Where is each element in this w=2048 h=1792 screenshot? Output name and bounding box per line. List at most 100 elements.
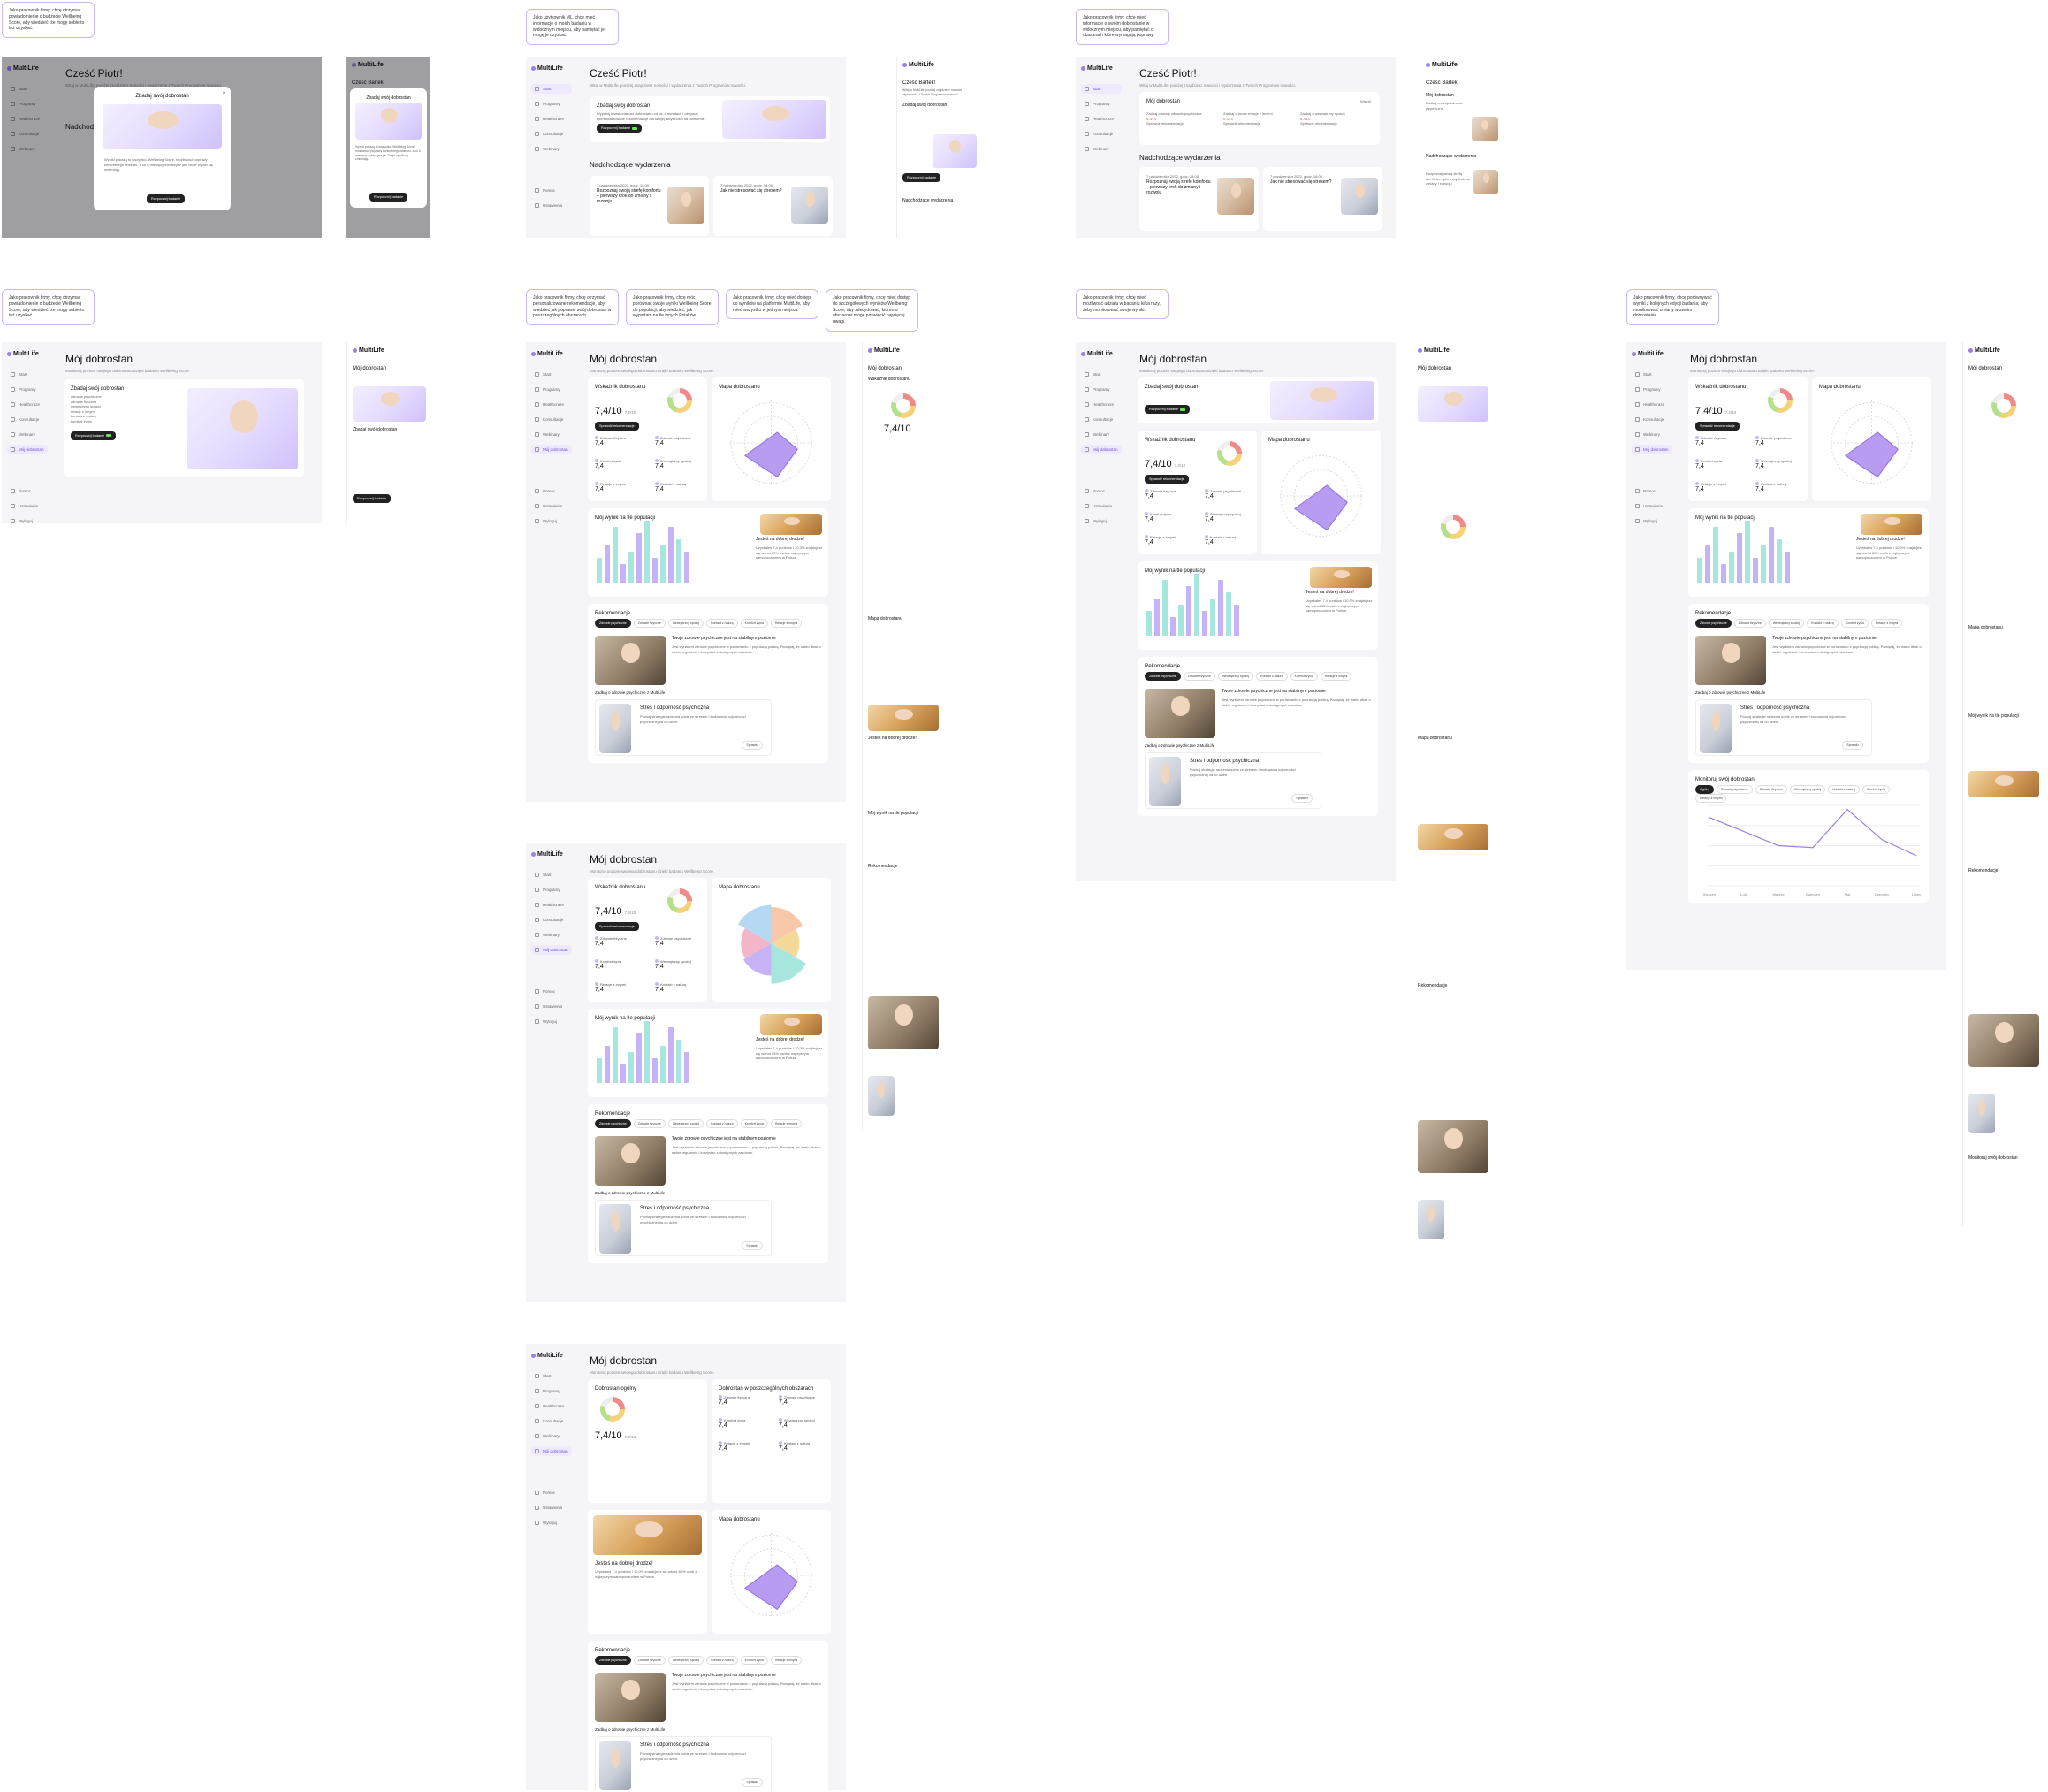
stress-card[interactable]: Stres i odporność psychiczna Poznaj stra… (595, 1736, 772, 1790)
event-card[interactable]: 7 października 2022, godz. 18:00 Jak nie… (713, 176, 833, 236)
nav-consultations[interactable]: Konsultacje (1632, 415, 1672, 424)
nav-wellbeing[interactable]: Mój dobrostan (531, 945, 572, 955)
nav-consultations[interactable]: Konsultacje (531, 1416, 572, 1426)
filter-chip[interactable]: Kontakt z naturą (1256, 672, 1288, 681)
filter-chip[interactable]: Komfort życia (1840, 619, 1869, 628)
nav-settings[interactable]: Ustawienia (531, 501, 572, 511)
nav-logout[interactable]: Wyloguj (531, 1518, 572, 1528)
nav-settings[interactable]: Ustawienia (7, 501, 48, 511)
nav-start[interactable]: Start (531, 370, 572, 379)
filter-chip[interactable]: Relacje z innymi (770, 1656, 803, 1665)
filter-chip[interactable]: Wewnętrzny spokój (667, 1119, 704, 1128)
mini-link[interactable]: Sprawdź rekomendacje (1146, 121, 1217, 126)
nav-healthcraze[interactable]: Healthcraze (7, 400, 48, 409)
filter-chip[interactable]: Relacje z innymi (1870, 619, 1903, 628)
nav-healthcraze[interactable]: Healthcraze (1632, 400, 1672, 409)
nav-healthcraze[interactable]: Healthcraze (531, 114, 572, 124)
filter-chip[interactable]: Relacje z innymi (770, 1119, 803, 1128)
filter-chip[interactable]: Zdrowie fizyczne (1183, 672, 1215, 681)
stress-link[interactable]: Sprawdź (742, 1241, 763, 1250)
nav-programs[interactable]: Programy (531, 1386, 572, 1396)
filter-chip[interactable]: Ogólny (1695, 785, 1715, 794)
start-survey-button[interactable]: Rozpocznij badanie (147, 194, 186, 203)
nav-help[interactable]: Pomoc (1081, 486, 1122, 496)
start-survey-button[interactable]: Rozpocznij badanie (597, 124, 643, 133)
nav-webinars[interactable]: Webinary (531, 144, 572, 154)
mini-card[interactable]: Zadbaj o swoje relacje z innymi 6,3/10 S… (1223, 111, 1294, 126)
nav-consultations[interactable]: Konsultacje (1081, 129, 1122, 139)
filter-chip[interactable]: Zdrowie fizyczne (633, 1119, 666, 1128)
start-survey-button[interactable]: Rozpocznij badanie (71, 431, 117, 440)
filter-chip[interactable]: Komfort życia (740, 1119, 768, 1128)
filter-chip[interactable]: Komfort życia (740, 619, 768, 628)
mini-link[interactable]: Sprawdź rekomendacje (1300, 121, 1371, 126)
nav-programs[interactable]: Programy (531, 885, 572, 895)
event-card[interactable]: 7 października 2022, godz. 18:00 Rozpozn… (590, 176, 709, 236)
nav-start[interactable]: Start (531, 1371, 572, 1381)
nav-programs[interactable]: Programy (7, 385, 48, 394)
filter-chip[interactable]: Wewnętrzny spokój (1217, 672, 1254, 681)
stress-link[interactable]: Sprawdź (742, 1778, 763, 1787)
stress-card[interactable]: Stres i odporność psychiczna Poznaj stra… (1695, 699, 1872, 756)
nav-programs[interactable]: Programy (531, 385, 572, 394)
more-link[interactable]: Więcej (1360, 99, 1371, 104)
nav-wellbeing[interactable]: Mój dobrostan (531, 1446, 572, 1456)
nav-healthcraze[interactable]: Healthcraze (531, 1401, 572, 1411)
filter-chip[interactable]: Kontakt z naturą (1807, 619, 1839, 628)
close-icon[interactable]: × (222, 91, 225, 96)
nav-start[interactable]: Start (531, 84, 572, 94)
nav-settings[interactable]: Ustawienia (531, 1002, 572, 1011)
recommendations-button[interactable]: Sprawdź rekomendacje (595, 422, 639, 431)
stress-card[interactable]: Stres i odporność psychiczna Poznaj stra… (595, 1200, 772, 1256)
nav-consultations[interactable]: Konsultacje (531, 415, 572, 424)
nav-help[interactable]: Pomoc (1632, 486, 1672, 496)
nav-settings[interactable]: Ustawienia (1081, 501, 1122, 511)
nav-programs[interactable]: Programy (1081, 385, 1122, 394)
filter-chip[interactable]: Relacje z innymi (1320, 672, 1352, 681)
nav-settings[interactable]: Ustawienia (1632, 501, 1672, 511)
nav-start[interactable]: Start (1081, 84, 1122, 94)
recommendations-button[interactable]: Sprawdź rekomendacje (595, 922, 639, 931)
filter-chip[interactable]: Zdrowie psychiczne (595, 1119, 631, 1128)
start-survey-button[interactable]: Rozpocznij badanie (1145, 405, 1191, 414)
mini-link[interactable]: Sprawdź rekomendacje (1223, 121, 1294, 126)
nav-webinars[interactable]: Webinary (531, 430, 572, 439)
stress-link[interactable]: Sprawdź (1842, 741, 1863, 750)
filter-chip[interactable]: Kontakt z naturą (1828, 785, 1860, 794)
filter-chip[interactable]: Komfort życia (1861, 785, 1890, 794)
nav-settings[interactable]: Ustawienia (531, 1503, 572, 1513)
filter-chip[interactable]: Kontakt z naturą (706, 1656, 738, 1665)
nav-webinars[interactable]: Webinary (1632, 430, 1672, 439)
nav-wellbeing[interactable]: Mój dobrostan (7, 445, 48, 454)
filter-chip[interactable]: Wewnętrzny spokój (1768, 619, 1805, 628)
filter-chip[interactable]: Kontakt z naturą (706, 619, 738, 628)
filter-chip[interactable]: Zdrowie fizyczne (633, 1656, 666, 1665)
nav-help[interactable]: Pomoc (7, 486, 48, 496)
nav-webinars[interactable]: Webinary (1081, 430, 1122, 439)
stress-link[interactable]: Sprawdź (1291, 794, 1313, 803)
nav-logout[interactable]: Wyloguj (1081, 516, 1122, 526)
nav-wellbeing[interactable]: Mój dobrostan (1081, 445, 1122, 454)
filter-chip[interactable]: Zdrowie fizyczne (1733, 619, 1766, 628)
event-card[interactable]: 7 października 2022, godz. 18:00 Jak nie… (1263, 167, 1382, 231)
filter-chip[interactable]: Komfort życia (740, 1656, 768, 1665)
nav-start[interactable]: Start (1081, 370, 1122, 379)
nav-healthcraze[interactable]: Healthcraze (531, 900, 572, 910)
nav-consultations[interactable]: Konsultacje (531, 129, 572, 139)
filter-chip[interactable]: Zdrowie psychiczne (595, 1656, 631, 1665)
nav-help[interactable]: Pomoc (531, 1488, 572, 1498)
nav-help[interactable]: Pomoc (531, 186, 572, 195)
filter-chip[interactable]: Zdrowie fizyczne (1755, 785, 1787, 794)
nav-programs[interactable]: Programy (1081, 99, 1122, 109)
nav-wellbeing[interactable]: Mój dobrostan (531, 445, 572, 454)
filter-chip[interactable]: Zdrowie psychiczne (1717, 785, 1753, 794)
nav-healthcraze[interactable]: Healthcraze (1081, 114, 1122, 124)
start-survey-button[interactable]: Rozpocznij badanie (902, 173, 941, 182)
nav-consultations[interactable]: Konsultacje (7, 415, 48, 424)
nav-consultations[interactable]: Konsultacje (531, 915, 572, 925)
filter-chip[interactable]: Zdrowie psychiczne (1695, 619, 1732, 628)
nav-programs[interactable]: Programy (1632, 385, 1672, 394)
stress-card[interactable]: Stres i odporność psychiczna Poznaj stra… (595, 699, 772, 756)
nav-help[interactable]: Pomoc (531, 987, 572, 996)
nav-healthcraze[interactable]: Healthcraze (531, 400, 572, 409)
